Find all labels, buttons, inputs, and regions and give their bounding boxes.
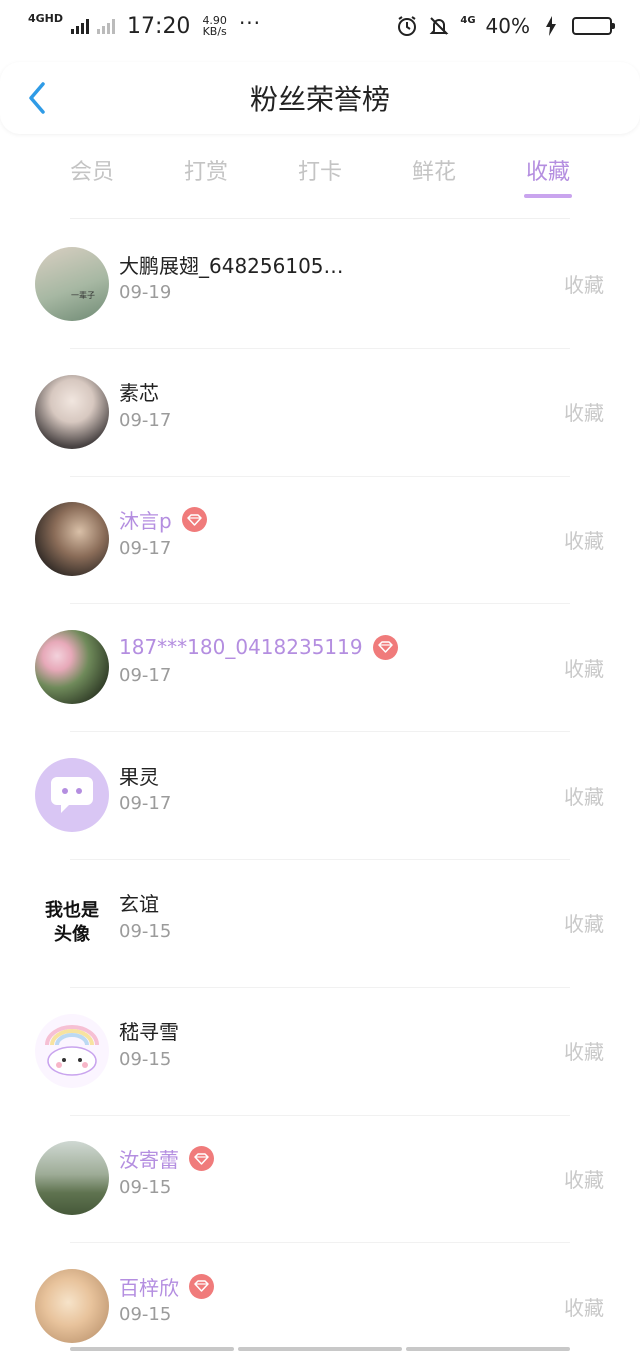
- network-type-2: 4G: [460, 14, 476, 26]
- avatar[interactable]: [35, 1269, 109, 1344]
- fan-info: 汝寄蕾 09-15: [119, 1145, 214, 1198]
- fan-date: 09-15: [119, 1048, 172, 1070]
- fan-action-label: 收藏: [564, 912, 604, 937]
- fan-info: 嵇寻雪 09-15: [119, 1017, 179, 1070]
- header-bar: 粉丝荣誉榜: [0, 62, 640, 134]
- bell-muted-icon: [428, 15, 450, 37]
- network-type: 4GHD: [28, 11, 64, 25]
- avatar[interactable]: [35, 374, 109, 449]
- list-item[interactable]: 我也是头像 玄谊 09-15 收藏: [0, 858, 640, 987]
- fan-date: 09-17: [119, 665, 172, 687]
- chat-bubble-icon: [51, 777, 93, 814]
- more-notifications-icon: ···: [238, 11, 262, 35]
- back-arrow-icon: [29, 82, 45, 114]
- alarm-icon: [396, 15, 418, 37]
- status-left: 4GHD 17:20 4.90 KB/s ···: [28, 11, 262, 39]
- avatar[interactable]: 我也是头像: [35, 885, 109, 960]
- status-bar: 4GHD 17:20 4.90 KB/s ··· 4G 40%: [0, 0, 640, 52]
- tab-checkin[interactable]: 打卡: [263, 140, 377, 200]
- avatar[interactable]: [35, 1013, 109, 1088]
- avatar[interactable]: 一辈子: [35, 246, 109, 321]
- fan-info: 玄谊 09-15: [119, 889, 171, 942]
- avatar-caption: 一辈子: [71, 291, 95, 301]
- fan-action-label: 收藏: [564, 528, 604, 553]
- vip-diamond-icon: [189, 1273, 214, 1299]
- fan-date: 09-17: [119, 793, 172, 815]
- fan-name: 大鹏展翅_648256105…: [119, 253, 344, 278]
- status-time: 17:20: [127, 13, 191, 39]
- page-title: 粉丝荣誉榜: [249, 83, 390, 116]
- fan-date: 09-17: [119, 409, 172, 431]
- vip-diamond-icon: [372, 634, 398, 660]
- fan-name: 玄谊: [119, 892, 159, 917]
- fan-date: 09-15: [119, 920, 172, 942]
- vip-diamond-icon: [181, 507, 207, 533]
- tab-bar: 会员 打赏 打卡 鲜花 收藏: [0, 140, 640, 200]
- list-item[interactable]: 187***180_0418235119 09-17 收藏: [0, 603, 640, 731]
- avatar-caption: 我也是头像: [45, 899, 99, 945]
- scroll-indicator: [70, 1347, 570, 1351]
- signal-2-icon: [97, 18, 116, 34]
- fan-info: 沐言p 09-17: [119, 506, 207, 559]
- list-item[interactable]: 一辈子 大鹏展翅_648256105… 09-19 收藏: [0, 220, 640, 348]
- fan-info: 百梓欣 09-15: [119, 1272, 214, 1325]
- fan-action-label: 收藏: [564, 784, 604, 809]
- tab-divider: [70, 218, 570, 219]
- fan-list: 一辈子 大鹏展翅_648256105… 09-19 收藏 素芯 09-17 收藏…: [0, 220, 640, 1351]
- fan-name: 果灵: [119, 764, 159, 789]
- list-item[interactable]: 果灵 09-17 收藏: [0, 731, 640, 859]
- fan-name: 嵇寻雪: [119, 1020, 179, 1045]
- battery-icon: [572, 17, 615, 35]
- avatar[interactable]: [35, 1141, 109, 1216]
- battery-percent: 40%: [485, 14, 530, 38]
- avatar[interactable]: [35, 502, 109, 577]
- fan-action-label: 收藏: [564, 1295, 604, 1320]
- fan-date: 09-15: [119, 1304, 172, 1326]
- rainbow-bunny-icon: [45, 1024, 99, 1076]
- list-item[interactable]: 素芯 09-17 收藏: [0, 347, 640, 476]
- fan-action-label: 收藏: [564, 1167, 604, 1192]
- tab-reward[interactable]: 打赏: [149, 140, 263, 200]
- fan-name: 沐言p: [119, 509, 172, 534]
- fan-info: 素芯 09-17: [119, 378, 171, 431]
- network-speed: 4.90 KB/s: [202, 15, 227, 37]
- tab-flowers[interactable]: 鲜花: [377, 140, 491, 200]
- fan-action-label: 收藏: [564, 273, 604, 298]
- avatar[interactable]: [35, 630, 109, 705]
- vip-diamond-icon: [189, 1146, 214, 1172]
- list-item[interactable]: 汝寄蕾 09-15 收藏: [0, 1114, 640, 1243]
- speed-unit: KB/s: [202, 25, 227, 38]
- avatar[interactable]: [35, 758, 109, 833]
- tab-favorites[interactable]: 收藏: [491, 140, 605, 200]
- signal-icon: [71, 18, 90, 34]
- status-right: 4G 40%: [396, 14, 615, 38]
- fan-name: 素芯: [119, 381, 159, 406]
- list-item[interactable]: 沐言p 09-17 收藏: [0, 475, 640, 604]
- tab-member[interactable]: 会员: [35, 140, 149, 200]
- fan-info: 187***180_0418235119 09-17: [119, 633, 398, 686]
- fan-info: 果灵 09-17: [119, 761, 172, 815]
- fan-date: 09-17: [119, 537, 172, 559]
- fan-info: 大鹏展翅_648256105… 09-19: [119, 250, 344, 304]
- list-item[interactable]: 嵇寻雪 09-15 收藏: [0, 986, 640, 1115]
- charging-icon: [540, 15, 562, 37]
- list-item[interactable]: 百梓欣 09-15 收藏: [0, 1242, 640, 1351]
- fan-name: 187***180_0418235119: [119, 635, 363, 660]
- back-button[interactable]: [22, 80, 52, 116]
- fan-date: 09-15: [119, 1176, 172, 1198]
- fan-action-label: 收藏: [564, 1040, 604, 1065]
- fan-action-label: 收藏: [564, 401, 604, 426]
- fan-action-label: 收藏: [564, 656, 604, 681]
- fan-name: 百梓欣: [119, 1275, 179, 1300]
- fan-name: 汝寄蕾: [119, 1148, 179, 1173]
- fan-date: 09-19: [119, 282, 172, 303]
